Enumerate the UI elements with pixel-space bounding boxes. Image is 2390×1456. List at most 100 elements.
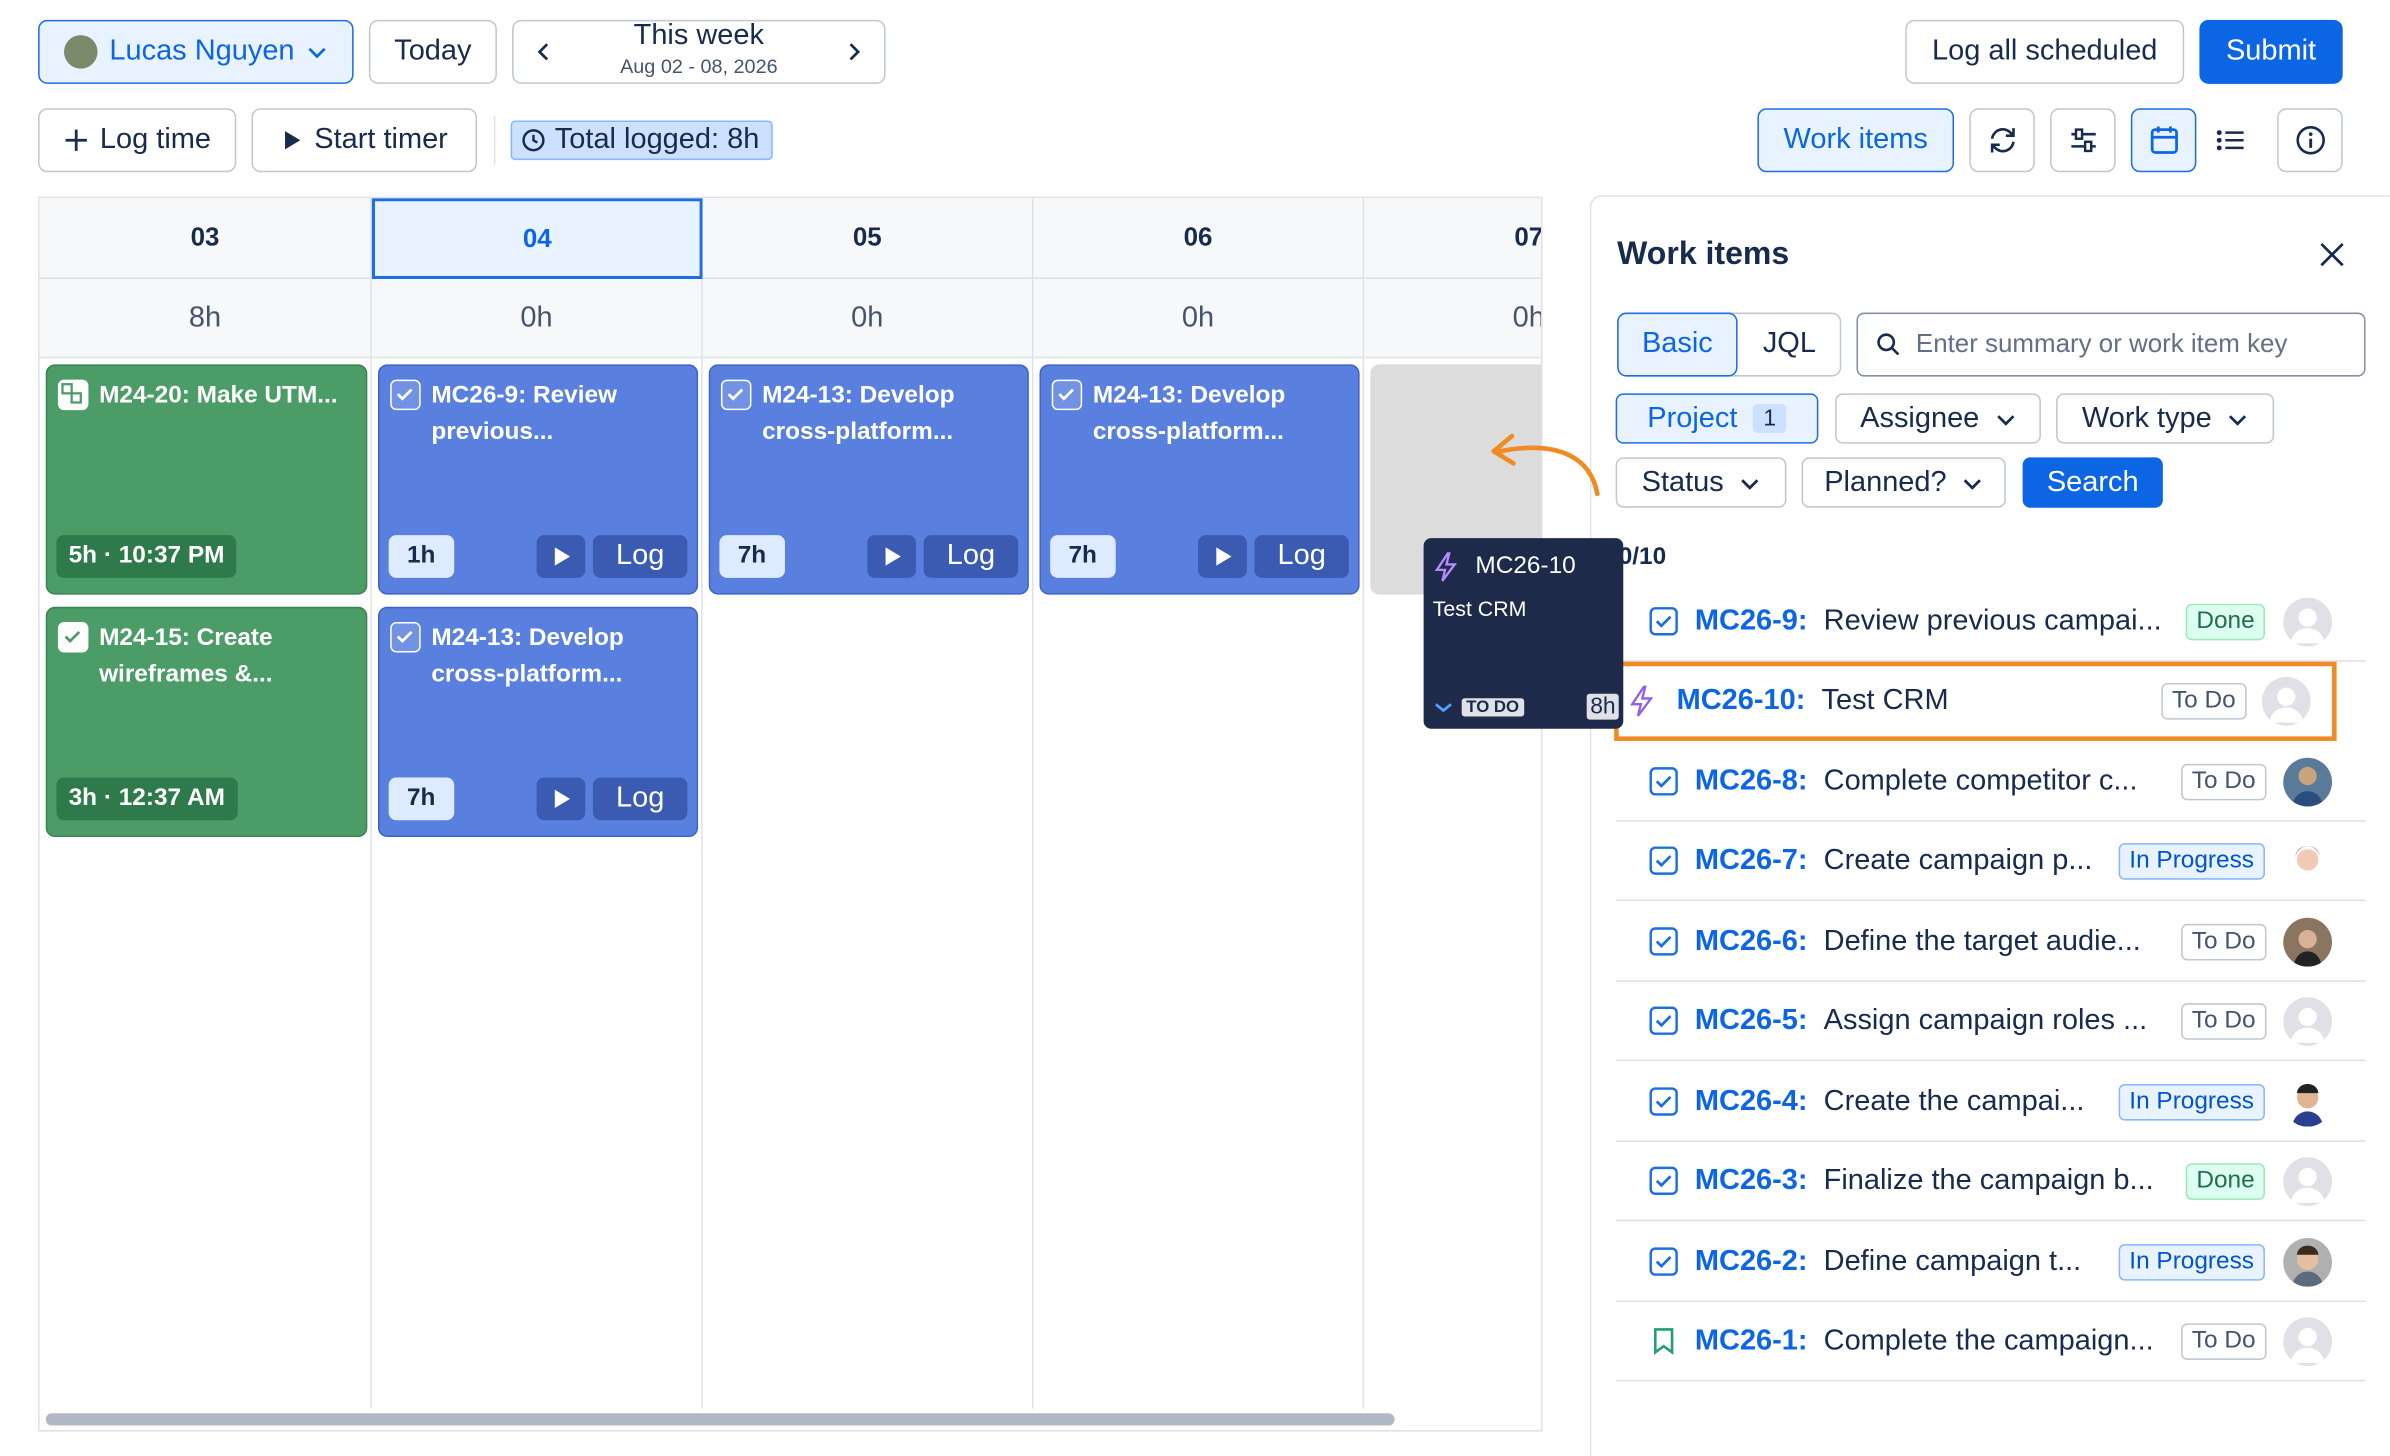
chevron-down-icon: [1995, 408, 2016, 429]
sliders-icon: [2066, 123, 2100, 157]
project-filter[interactable]: Project 1: [1615, 393, 1819, 444]
play-icon: [885, 547, 901, 566]
worklog-card[interactable]: M24-20: Make UTM... 5h · 10:37 PM: [45, 364, 368, 595]
card-title: M24-13: Develop cross-platform...: [1092, 382, 1286, 446]
week-label: This week: [633, 19, 765, 52]
subtask-icon: [57, 379, 89, 411]
week-navigator: This week Aug 02 - 08, 2026: [512, 19, 886, 84]
work-item-summary: Test CRM: [1821, 684, 1949, 717]
work-item-row[interactable]: MC26-5: Assign campaign roles ... To Do: [1615, 982, 2366, 1062]
tab-basic[interactable]: Basic: [1617, 312, 1738, 377]
planned-card[interactable]: M24-13: Develop cross-platform... 7h Log: [1039, 364, 1360, 595]
day-header-selected[interactable]: 04: [371, 198, 703, 280]
filters-button[interactable]: [2050, 108, 2116, 173]
tab-jql[interactable]: JQL: [1738, 313, 1842, 377]
start-timer-button[interactable]: Start timer: [251, 108, 478, 173]
submit-button[interactable]: Submit: [2199, 19, 2343, 84]
work-item-key[interactable]: MC26-3: [1695, 1164, 1798, 1196]
work-item-row[interactable]: MC26-1: Complete the campaign... To Do: [1615, 1302, 2366, 1382]
task-icon: [1649, 1166, 1678, 1195]
work-item-row[interactable]: MC26-4: Create the campai... In Progress: [1615, 1063, 2366, 1142]
work-item-key[interactable]: MC26-7: [1695, 844, 1798, 876]
card-hours: 1h: [388, 535, 454, 578]
start-timer-card-button[interactable]: [867, 535, 917, 578]
work-type-filter[interactable]: Work type: [2056, 393, 2275, 444]
horizontal-scrollbar[interactable]: [45, 1413, 1395, 1426]
play-icon: [554, 547, 571, 566]
start-timer-card-button[interactable]: [536, 535, 586, 578]
list-view-button[interactable]: [2196, 108, 2262, 172]
user-avatar: [63, 35, 98, 69]
work-item-key[interactable]: MC26-1: [1695, 1324, 1798, 1356]
log-card-button[interactable]: Log: [923, 535, 1019, 578]
planned-card[interactable]: M24-13: Develop cross-platform... 7h Log: [378, 606, 699, 838]
work-item-row[interactable]: MC26-8: Complete competitor c... To Do: [1615, 742, 2366, 822]
task-checkbox-icon: [390, 379, 421, 411]
day-hours: 0h: [1033, 279, 1365, 359]
search-button-label: Search: [2046, 465, 2139, 498]
work-item-key[interactable]: MC26-8: [1695, 765, 1798, 797]
day-number: 07: [1514, 222, 1543, 252]
work-items-toggle-button[interactable]: Work items: [1757, 108, 1955, 173]
day-header[interactable]: 07: [1364, 198, 1543, 280]
avatar: [2283, 996, 2333, 1046]
user-picker[interactable]: Lucas Nguyen: [38, 19, 354, 84]
task-checkbox-icon: [390, 622, 421, 653]
day-header[interactable]: 06: [1033, 198, 1365, 280]
chevron-right-icon[interactable]: [844, 41, 862, 62]
work-item-row[interactable]: MC26-3: Finalize the campaign b... Done: [1615, 1142, 2366, 1222]
refresh-icon: [1985, 123, 2019, 157]
worklog-card[interactable]: M24-15: Create wireframes &... 3h · 12:3…: [45, 606, 368, 838]
start-timer-card-button[interactable]: [536, 777, 586, 821]
today-button[interactable]: Today: [368, 19, 497, 84]
work-item-key[interactable]: MC26-2: [1695, 1245, 1798, 1277]
work-item-text: MC26-5: Assign campaign roles ...: [1694, 1003, 2148, 1036]
work-item-key[interactable]: MC26-9: [1695, 605, 1798, 637]
work-item-row[interactable]: MC26-9: Review previous campai... Done: [1615, 582, 2366, 662]
status-badge: To Do: [2181, 1322, 2267, 1360]
work-item-key[interactable]: MC26-4: [1695, 1085, 1798, 1117]
work-item-row[interactable]: MC26-7: Create campaign p... In Progress: [1615, 822, 2366, 902]
day-header[interactable]: 03: [39, 198, 372, 280]
log-card-button[interactable]: Log: [592, 535, 688, 578]
task-icon: [1649, 1087, 1678, 1116]
start-timer-card-button[interactable]: [1198, 535, 1247, 578]
day-hours-value: 0h: [1181, 301, 1215, 334]
log-card-button[interactable]: Log: [1254, 535, 1349, 578]
day-header[interactable]: 05: [702, 198, 1034, 280]
status-filter[interactable]: Status: [1615, 457, 1787, 508]
refresh-button[interactable]: [1969, 108, 2035, 173]
play-icon: [554, 789, 571, 809]
work-items-toggle-label: Work items: [1783, 123, 1928, 156]
info-button[interactable]: [2277, 108, 2343, 173]
chevron-left-icon[interactable]: [535, 41, 553, 62]
day-hours-value: 8h: [188, 301, 222, 334]
search-input[interactable]: Enter summary or work item key: [1856, 312, 2366, 377]
avatar: [2283, 756, 2333, 806]
drag-preview-card[interactable]: MC26-10 Test CRM TO DO 8h: [1423, 538, 1624, 729]
day-hours-value: 0h: [1512, 301, 1543, 334]
work-item-row-highlighted[interactable]: MC26-10: Test CRM To Do: [1614, 661, 2337, 741]
close-icon[interactable]: [2317, 239, 2347, 269]
work-item-summary: Complete the campaign...: [1823, 1324, 2154, 1357]
play-icon: [1216, 547, 1232, 566]
planned-card[interactable]: MC26-9: Review previous... 1h Log: [378, 364, 699, 595]
work-item-row[interactable]: MC26-2: Define campaign t... In Progress: [1615, 1223, 2366, 1303]
work-item-key[interactable]: MC26-5: [1695, 1004, 1798, 1036]
status-badge: In Progress: [2118, 1083, 2265, 1120]
chevron-down-icon: [1739, 472, 1760, 493]
log-all-scheduled-button[interactable]: Log all scheduled: [1905, 19, 2185, 84]
avatar: [2283, 596, 2333, 646]
task-icon: [1649, 846, 1678, 875]
log-card-button[interactable]: Log: [592, 777, 688, 821]
search-button[interactable]: Search: [2022, 457, 2163, 508]
log-time-button[interactable]: Log time: [38, 108, 237, 173]
planned-card[interactable]: M24-13: Develop cross-platform... 7h Log: [708, 364, 1029, 595]
calendar-view-button[interactable]: [2130, 108, 2197, 173]
work-item-row[interactable]: MC26-6: Define the target audie... To Do: [1615, 903, 2366, 982]
work-item-key[interactable]: MC26-10: [1677, 685, 1796, 717]
day-hours: 0h: [1364, 279, 1543, 359]
work-item-key[interactable]: MC26-6: [1695, 925, 1798, 957]
planned-filter[interactable]: Planned?: [1801, 457, 2006, 508]
assignee-filter[interactable]: Assignee: [1835, 393, 2041, 444]
